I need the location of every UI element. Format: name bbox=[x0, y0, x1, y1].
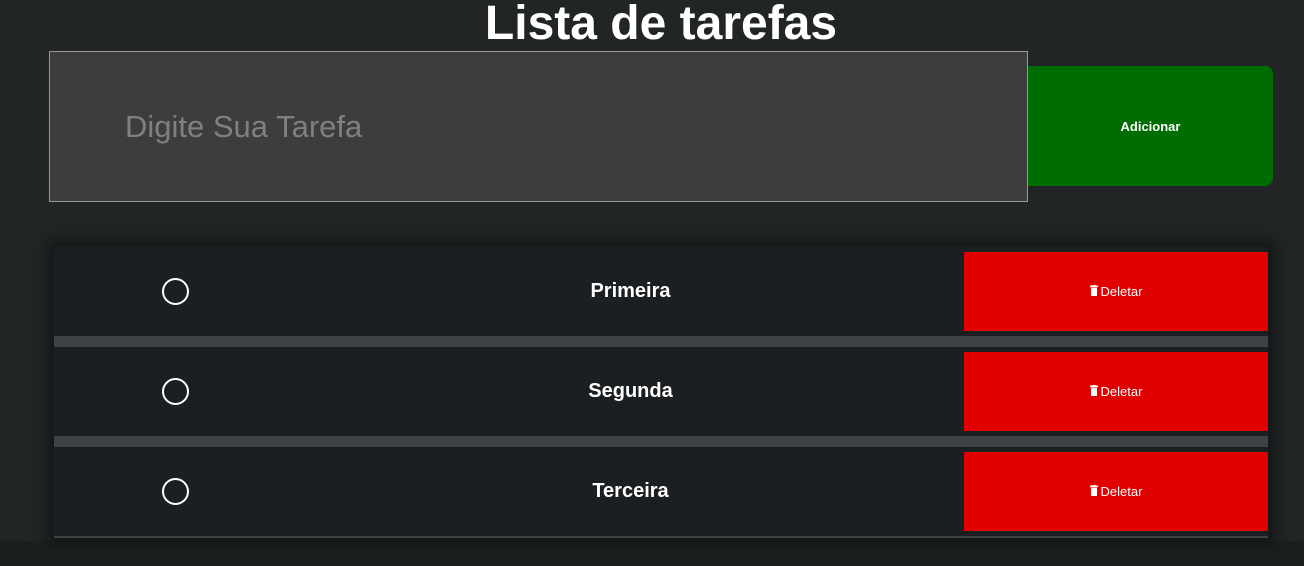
trash-icon bbox=[1089, 385, 1098, 396]
complete-checkbox-icon[interactable] bbox=[162, 378, 189, 405]
page-title: Lista de tarefas bbox=[484, 0, 838, 50]
task-item: Segunda Deletar bbox=[54, 347, 1268, 436]
task-label: Segunda bbox=[588, 380, 673, 402]
delete-button-label: Deletar bbox=[1100, 384, 1143, 399]
delete-task-button[interactable]: Deletar bbox=[964, 352, 1268, 431]
delete-button-label: Deletar bbox=[1100, 284, 1143, 299]
page-footer-strip bbox=[0, 541, 1304, 566]
trash-icon bbox=[1089, 485, 1098, 496]
task-input[interactable] bbox=[49, 51, 1028, 202]
task-item: Primeira Deletar bbox=[54, 247, 1268, 336]
delete-task-button[interactable]: Deletar bbox=[964, 252, 1268, 331]
task-label: Primeira bbox=[590, 280, 671, 302]
complete-checkbox-icon[interactable] bbox=[162, 478, 189, 505]
add-task-button[interactable]: Adicionar bbox=[1028, 66, 1273, 186]
task-item: Terceira Deletar bbox=[54, 447, 1268, 536]
trash-icon bbox=[1089, 285, 1098, 296]
delete-task-button[interactable]: Deletar bbox=[964, 452, 1268, 531]
delete-button-label: Deletar bbox=[1100, 484, 1143, 499]
task-label: Terceira bbox=[592, 480, 669, 502]
app-page: Lista de tarefas Adicionar Primeira Dele… bbox=[0, 0, 1304, 566]
task-list: Primeira Deletar Segunda Deletar Terceir… bbox=[54, 247, 1268, 538]
complete-checkbox-icon[interactable] bbox=[162, 278, 189, 305]
